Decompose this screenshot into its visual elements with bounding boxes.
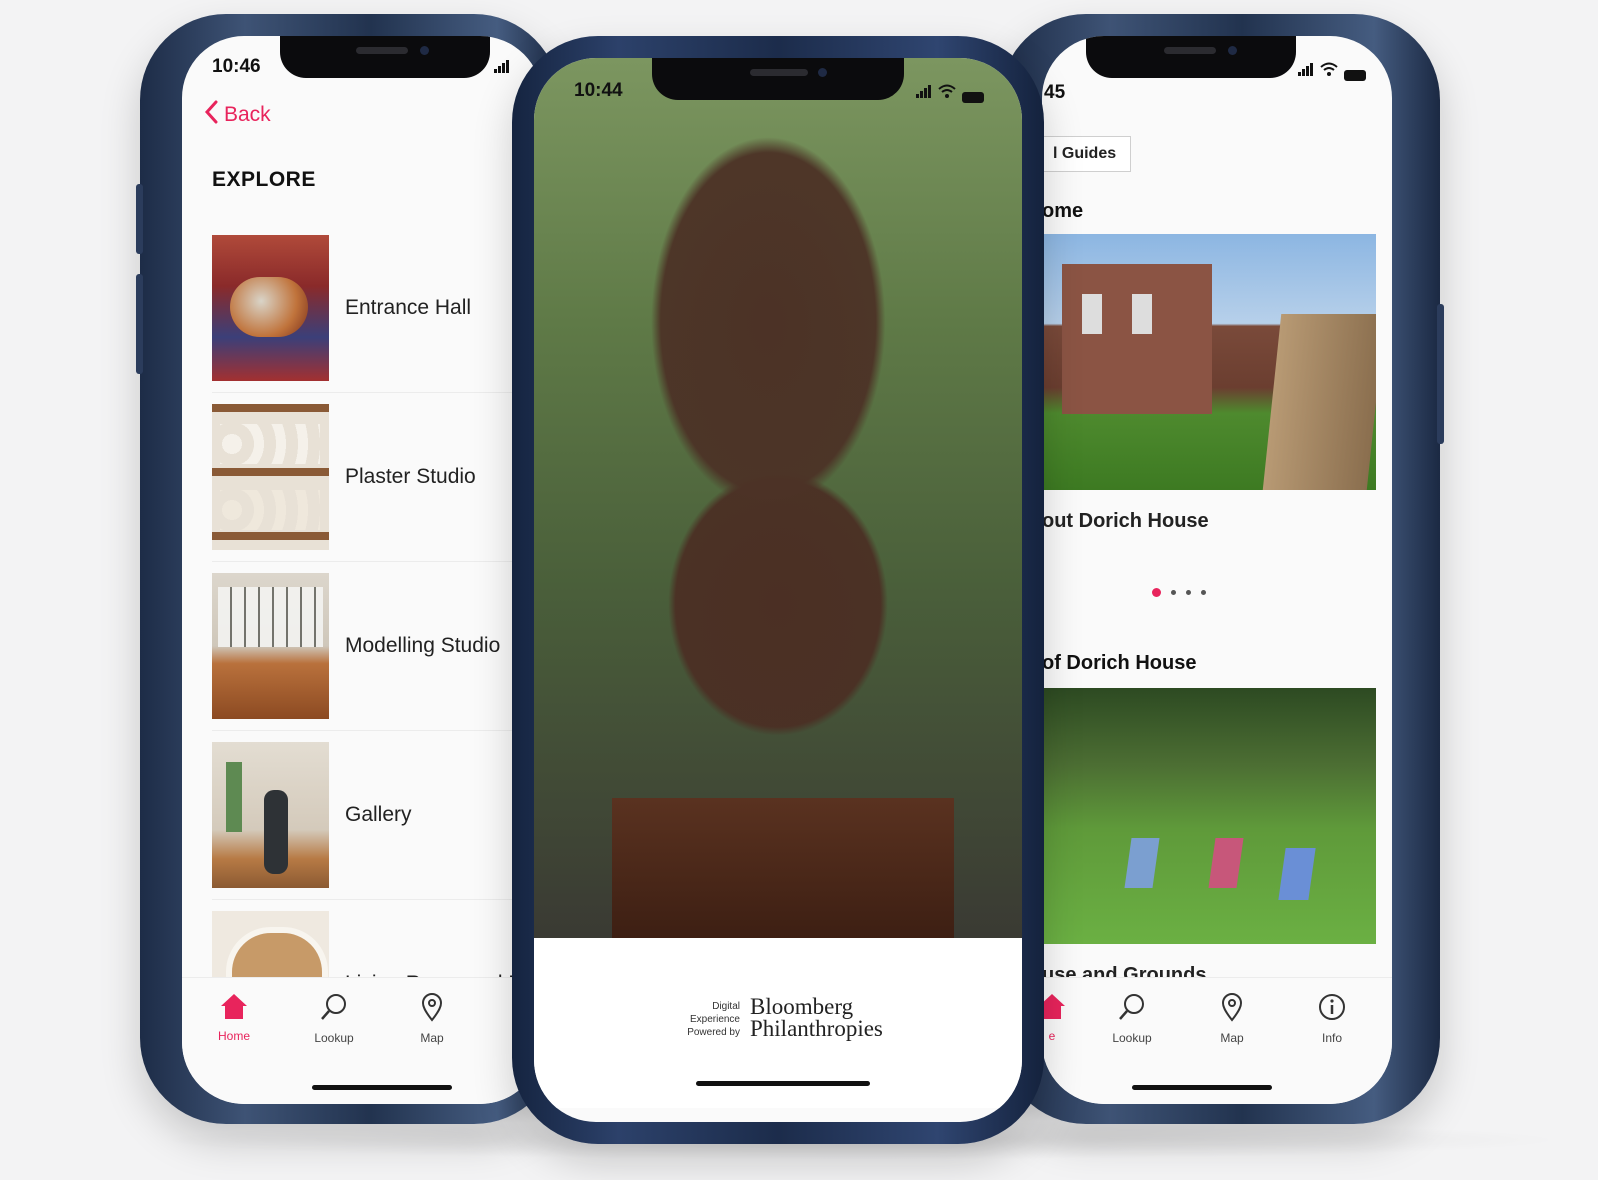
sponsor-caption-line: Powered by: [687, 1027, 740, 1038]
battery-icon: [962, 92, 984, 103]
speaker: [1164, 47, 1216, 54]
tab-label: Map: [1220, 1031, 1244, 1045]
wifi-icon: [1320, 62, 1338, 81]
gallery-thumbnail: [212, 742, 329, 888]
status-icons: [1298, 62, 1366, 81]
chevron-left-icon: [204, 100, 218, 130]
home-indicator[interactable]: [696, 1081, 870, 1086]
notch: [652, 58, 904, 100]
tab-info[interactable]: Info: [1292, 992, 1372, 1045]
middle-phone: 10:44 Digital Experience Powered by Bloo…: [512, 36, 1044, 1144]
tab-lookup[interactable]: Lookup: [294, 992, 374, 1045]
carousel-dot[interactable]: [1186, 590, 1191, 595]
right-phone-screen: 45 l Guides ome out Dorich House of Dori…: [1042, 36, 1392, 1104]
list-item-gallery[interactable]: Gallery: [212, 731, 542, 900]
wifi-icon: [938, 84, 956, 103]
room-label: Gallery: [345, 803, 412, 826]
sponsor-caption: Digital Experience Powered by: [674, 1000, 740, 1039]
map-pin-icon: [1220, 993, 1244, 1026]
middle-phone-screen: 10:44 Digital Experience Powered by Bloo…: [534, 58, 1022, 1122]
signal-icon: [494, 60, 510, 78]
carousel-dot[interactable]: [1152, 588, 1161, 597]
map-pin-icon: [420, 993, 444, 1026]
pedestal: [612, 798, 954, 938]
sponsor-banner: Digital Experience Powered by Bloomberg …: [534, 938, 1022, 1108]
home-section-title: ome: [1042, 200, 1084, 222]
explore-heading: EXPLORE: [212, 168, 316, 191]
status-time: 10:44: [574, 80, 623, 101]
carousel-dot[interactable]: [1201, 590, 1206, 595]
carousel-dot[interactable]: [1171, 590, 1176, 595]
sponsor-caption-line: Experience: [689, 1014, 740, 1025]
front-camera: [420, 46, 429, 55]
tab-label: e: [1048, 1029, 1056, 1043]
plaster-studio-thumbnail: [212, 404, 329, 550]
tab-lookup[interactable]: Lookup: [1092, 992, 1172, 1045]
card-caption[interactable]: out Dorich House: [1042, 510, 1209, 533]
room-list: Entrance Hall Plaster Studio Modelling S…: [212, 224, 542, 1068]
room-label: Modelling Studio: [345, 634, 501, 657]
right-phone: 45 l Guides ome out Dorich House of Dori…: [1000, 14, 1444, 1124]
speaker: [750, 69, 808, 76]
status-time: 45: [1044, 82, 1066, 103]
modelling-studio-thumbnail: [212, 573, 329, 719]
gardens-card-image[interactable]: [1042, 688, 1376, 944]
bloomberg-philanthropies-logo: Bloomberg Philanthropies: [750, 994, 883, 1041]
battery-icon: [1344, 70, 1366, 81]
list-item-entrance-hall[interactable]: Entrance Hall: [212, 224, 542, 393]
status-icons: [494, 60, 510, 78]
tab-home[interactable]: Home: [194, 992, 274, 1043]
home-icon: [1042, 994, 1067, 1024]
dorich-house-card-image[interactable]: [1042, 234, 1376, 490]
tab-label: Lookup: [314, 1031, 354, 1045]
home-icon: [219, 994, 249, 1024]
left-phone: 10:46 Back EXPLORE Entrance Hall Plaster…: [136, 14, 560, 1124]
tab-map[interactable]: Map: [392, 992, 472, 1045]
tab-label: Info: [1321, 1031, 1342, 1045]
status-icons: [916, 84, 984, 103]
tab-label: Lookup: [1112, 1031, 1152, 1045]
tab-label: Home: [217, 1029, 250, 1043]
all-guides-button[interactable]: l Guides: [1042, 136, 1132, 172]
speaker: [356, 47, 408, 54]
search-icon: [1117, 994, 1147, 1026]
sponsor-caption-line: Digital: [712, 1001, 740, 1012]
front-camera: [1228, 46, 1237, 55]
tab-label: Map: [420, 1031, 444, 1045]
logo-line: Bloomberg: [750, 994, 854, 1019]
logo-line: Philanthropies: [750, 1016, 883, 1041]
tab-map[interactable]: Map: [1192, 992, 1272, 1045]
signal-icon: [1298, 63, 1314, 81]
tab-bar: e Lookup Map Info: [1042, 977, 1392, 1104]
room-label: Entrance Hall: [345, 296, 472, 319]
right-phone-power-button: [1437, 304, 1444, 444]
status-time: 10:46: [212, 56, 261, 77]
sculpture-hero-image: [534, 58, 1022, 938]
back-label: Back: [224, 103, 271, 126]
carousel-dots[interactable]: [1152, 588, 1206, 597]
front-camera: [818, 68, 827, 77]
entrance-hall-thumbnail: [212, 235, 329, 381]
room-label: Plaster Studio: [345, 465, 476, 488]
back-button[interactable]: Back: [204, 100, 271, 130]
list-item-modelling-studio[interactable]: Modelling Studio: [212, 562, 542, 731]
home-indicator[interactable]: [312, 1085, 452, 1090]
home-indicator[interactable]: [1132, 1085, 1272, 1090]
left-phone-volume-button-2: [136, 274, 143, 374]
signal-icon: [916, 85, 932, 103]
notch: [1086, 36, 1296, 78]
notch: [280, 36, 490, 78]
list-item-plaster-studio[interactable]: Plaster Studio: [212, 393, 542, 562]
about-section-title: of Dorich House: [1042, 652, 1197, 674]
left-phone-screen: 10:46 Back EXPLORE Entrance Hall Plaster…: [182, 36, 542, 1104]
search-icon: [319, 994, 349, 1026]
info-icon: [1317, 994, 1347, 1026]
tab-home[interactable]: e: [1042, 992, 1092, 1043]
left-phone-volume-button: [136, 184, 143, 254]
tab-bar: Home Lookup Map: [182, 977, 542, 1104]
